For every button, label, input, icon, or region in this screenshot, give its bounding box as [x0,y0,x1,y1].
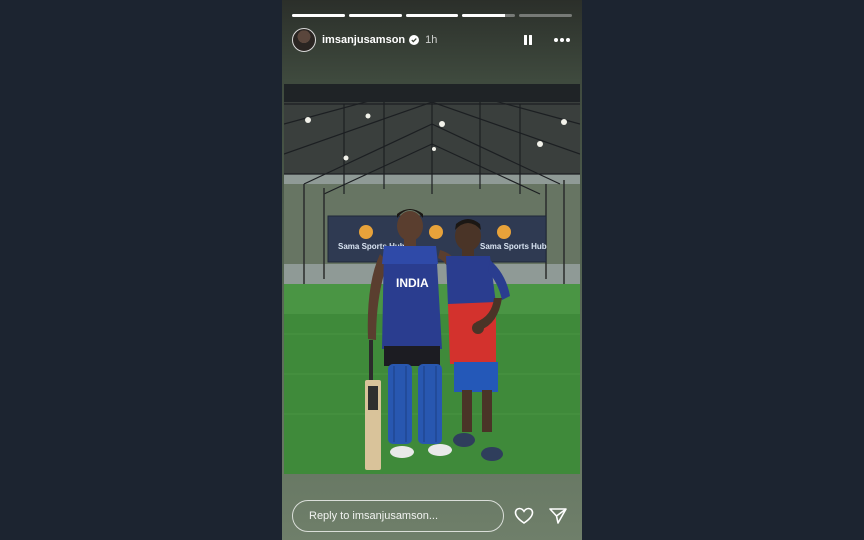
post-time: 1h [425,34,438,46]
more-icon[interactable] [552,30,572,50]
pause-icon[interactable] [518,30,538,50]
progress-segment [519,14,572,17]
reply-input[interactable]: Reply to imsanjusamson... [292,500,504,532]
progress-segment [462,14,516,17]
progress-segment [348,14,402,17]
banner-text-right: Sama Sports Hub [480,242,547,251]
story-progress-bar [292,14,572,17]
story-header: imsanjusamson 1h [292,26,572,54]
progress-segment [405,14,459,17]
send-icon[interactable] [548,506,568,526]
verified-badge-icon [409,35,420,45]
progress-segment [292,14,345,17]
story-viewer: imsanjusamson 1h Sama Sports Hub Sama Sp… [282,0,582,540]
avatar[interactable] [292,28,316,52]
story-photo: Sama Sports Hub Sama Sports Hub INDIA [284,84,580,474]
story-footer: Reply to imsanjusamson... [292,499,572,533]
jersey-text: INDIA [396,276,429,290]
heart-icon[interactable] [514,506,534,526]
username[interactable]: imsanjusamson [322,34,405,46]
